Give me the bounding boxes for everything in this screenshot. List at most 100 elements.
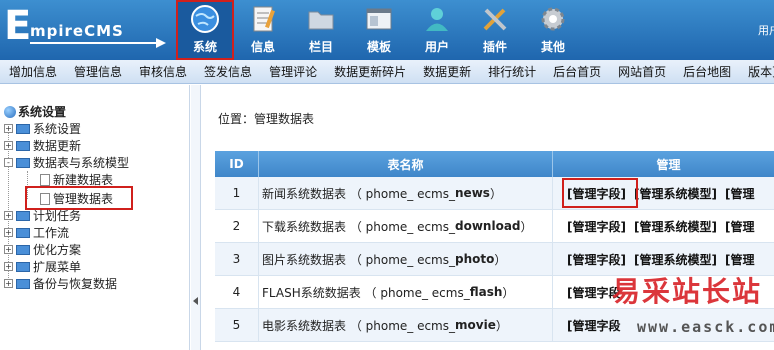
breadcrumb-prefix: 位置： <box>218 112 255 126</box>
column-header-id: ID <box>215 151 259 177</box>
nav-column[interactable]: 栏目 <box>292 0 350 60</box>
logo-letter: E <box>4 3 32 49</box>
folder-open-icon <box>16 157 30 168</box>
expand-icon[interactable]: + <box>4 262 13 271</box>
nav-user[interactable]: 用户 <box>408 0 466 60</box>
manage-fields-link[interactable]: [管理字段] <box>567 251 626 268</box>
row-table-name: 图片系统数据表 （ phome_ ecms_ photo ） <box>259 243 553 275</box>
subnav-update-fragments[interactable]: 数据更新碎片 <box>325 63 414 80</box>
sidebar-item-label: 备份与恢复数据 <box>33 277 118 291</box>
row-table-name: 下载系统数据表 （ phome_ ecms_ download ） <box>259 210 553 242</box>
table-name-prefix: 下载系统数据表 （ phome_ ecms_ <box>262 219 456 234</box>
breadcrumb: 位置：管理数据表 <box>218 110 314 127</box>
logo-underline <box>30 42 158 44</box>
table-key: movie <box>455 318 496 332</box>
table-name-suffix: ） <box>495 318 508 333</box>
table-key: flash <box>469 285 503 299</box>
table-name-prefix: 新闻系统数据表 （ phome_ ecms_ <box>262 186 456 201</box>
row-id: 3 <box>215 243 259 275</box>
row-table-name: 新闻系统数据表 （ phome_ ecms_ news ） <box>259 177 553 209</box>
nav-label: 用户 <box>424 40 449 54</box>
subnav-version-update[interactable]: 版本更新 <box>739 63 774 80</box>
row-table-name: 电影系统数据表 （ phome_ ecms_ movie ） <box>259 309 553 341</box>
folder-icon <box>16 123 30 134</box>
folder-icon <box>16 210 30 221</box>
collapse-left-icon[interactable] <box>193 297 198 305</box>
nav-label: 系统 <box>192 40 217 54</box>
table-name-prefix: FLASH系统数据表 （ phome_ ecms_ <box>262 285 470 300</box>
row-id: 4 <box>215 276 259 308</box>
collapse-icon[interactable]: - <box>4 158 13 167</box>
sidebar-item-tables-models[interactable]: - 数据表与系统模型 <box>4 154 129 171</box>
sidebar-title-text: 系统设置 <box>18 105 67 119</box>
sidebar-title: 系统设置 <box>4 103 66 120</box>
folder-icon <box>16 140 30 151</box>
manage-more-link[interactable]: [管理 <box>725 218 755 235</box>
sidebar-item-scheduled-tasks[interactable]: + 计划任务 <box>4 207 81 224</box>
expand-icon[interactable]: + <box>4 228 13 237</box>
table-name-suffix: ） <box>494 252 507 267</box>
subnav-data-update[interactable]: 数据更新 <box>414 63 479 80</box>
expand-icon[interactable]: + <box>4 124 13 133</box>
nav-label: 插件 <box>482 40 507 54</box>
folder-icon <box>308 11 334 30</box>
subnav-add-info[interactable]: 增加信息 <box>0 63 65 80</box>
subnav-review-info[interactable]: 审核信息 <box>130 63 195 80</box>
sidebar-item-label: 扩展菜单 <box>33 260 82 274</box>
sidebar-item-label: 工作流 <box>33 226 70 240</box>
subnav-manage-comments[interactable]: 管理评论 <box>260 63 325 80</box>
watermark-text: 易采站长站 <box>612 275 763 308</box>
expand-icon[interactable]: + <box>4 279 13 288</box>
expand-icon[interactable]: + <box>4 141 13 150</box>
subnav-ranking[interactable]: 排行统计 <box>479 63 544 80</box>
manage-more-link[interactable]: [管理 <box>725 185 755 202</box>
sidebar-item-extend-menu[interactable]: + 扩展菜单 <box>4 258 81 275</box>
nav-label: 模板 <box>366 40 391 54</box>
sidebar-item-optimization[interactable]: + 优化方案 <box>4 241 81 258</box>
manage-fields-link[interactable]: [管理字段] <box>567 218 626 235</box>
subnav-admin-map[interactable]: 后台地图 <box>674 63 739 80</box>
table-key: download <box>455 219 521 233</box>
manage-models-link[interactable]: [管理系统模型] <box>634 218 717 235</box>
top-navigation: 系统 信息 栏目 模板 用户 插件 其他 <box>176 0 582 60</box>
sidebar-collapse-bar[interactable] <box>191 85 201 350</box>
notepad-icon <box>253 6 275 32</box>
table-key: photo <box>455 252 495 266</box>
table-name-suffix: ） <box>489 186 502 201</box>
folder-icon <box>16 261 30 272</box>
nav-info[interactable]: 信息 <box>234 0 292 60</box>
sidebar-item-backup-restore[interactable]: + 备份与恢复数据 <box>4 275 117 292</box>
nav-label: 栏目 <box>308 40 333 54</box>
subnav-site-home[interactable]: 网站首页 <box>609 63 674 80</box>
manage-models-link[interactable]: [管理系统模型] <box>634 251 717 268</box>
subnav-admin-home[interactable]: 后台首页 <box>544 63 609 80</box>
globe-icon <box>191 5 219 33</box>
nav-template[interactable]: 模板 <box>350 0 408 60</box>
subnav-manage-info[interactable]: 管理信息 <box>65 63 130 80</box>
sidebar-item-label: 系统设置 <box>33 122 82 136</box>
sidebar-item-data-update[interactable]: + 数据更新 <box>4 137 81 154</box>
folder-icon <box>16 244 30 255</box>
sidebar-item-workflow[interactable]: + 工作流 <box>4 224 69 241</box>
breadcrumb-current[interactable]: 管理数据表 <box>254 112 314 126</box>
globe-icon <box>4 105 16 118</box>
nav-other[interactable]: 其他 <box>524 0 582 60</box>
logo-text: mpireCMS <box>30 22 124 40</box>
sidebar-item-system-settings[interactable]: + 系统设置 <box>4 120 81 137</box>
column-header-manage: 管理 <box>553 151 774 177</box>
sidebar-item-label: 优化方案 <box>33 243 82 257</box>
manage-models-link[interactable]: [管理系统模型] <box>634 185 717 202</box>
table-row: 2 下载系统数据表 （ phome_ ecms_ download ） [管理字… <box>215 210 774 243</box>
folder-icon <box>16 278 30 289</box>
user-info: 用户 <box>758 24 774 37</box>
subnav-sign-info[interactable]: 签发信息 <box>195 63 260 80</box>
nav-system[interactable]: 系统 <box>176 0 234 60</box>
nav-label: 信息 <box>250 40 275 54</box>
sub-navigation: 增加信息 管理信息 审核信息 签发信息 管理评论 数据更新碎片 数据更新 排行统… <box>0 60 774 84</box>
table-name-suffix: ） <box>502 285 515 300</box>
manage-fields-link[interactable]: [管理字段 <box>567 317 621 334</box>
nav-plugin[interactable]: 插件 <box>466 0 524 60</box>
expand-icon[interactable]: + <box>4 245 13 254</box>
manage-more-link[interactable]: [管理 <box>725 251 755 268</box>
expand-icon[interactable]: + <box>4 211 13 220</box>
